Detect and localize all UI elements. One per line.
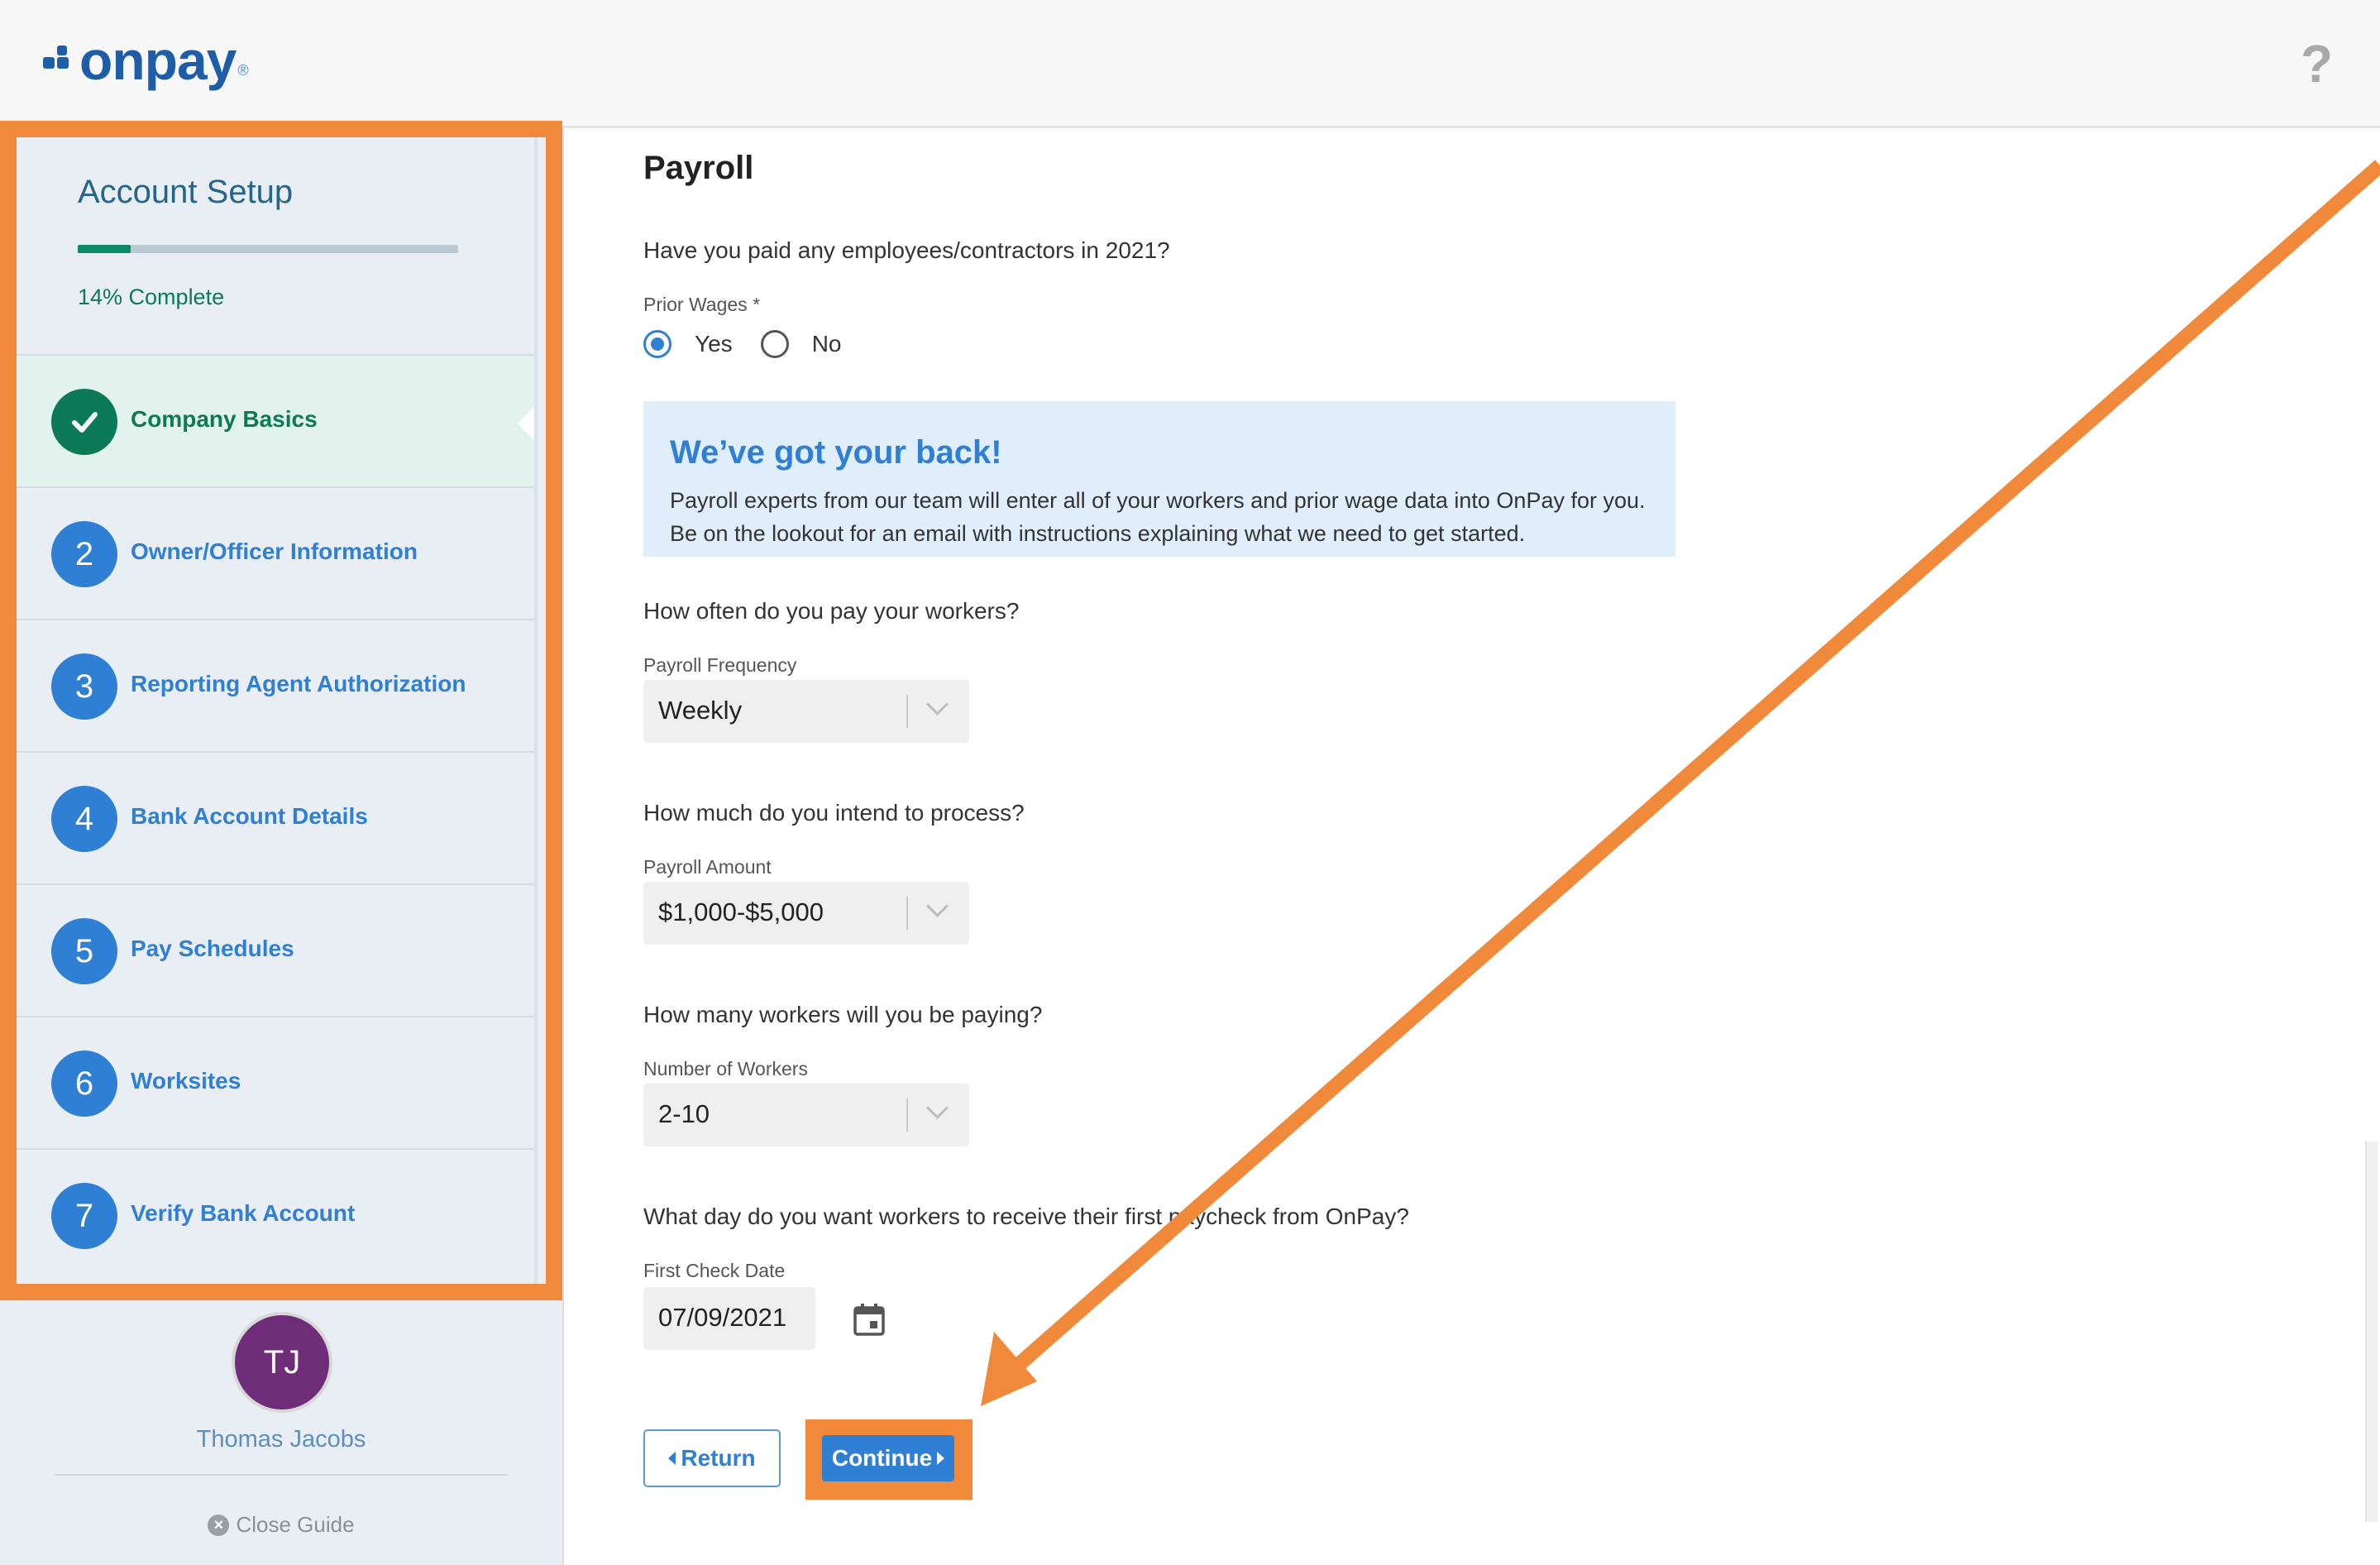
chevron-down-icon bbox=[926, 1097, 949, 1119]
payroll-amount-label: Payroll Amount bbox=[643, 856, 772, 878]
step-company-basics[interactable]: Company Basics bbox=[17, 354, 538, 486]
step-reporting-agent-authorization[interactable]: 3 Reporting Agent Authorization bbox=[17, 619, 538, 751]
step-number: 7 bbox=[51, 1183, 117, 1249]
step-label: Bank Account Details bbox=[131, 803, 368, 829]
help-icon[interactable]: ? bbox=[2301, 33, 2333, 94]
step-label: Owner/Officer Information bbox=[131, 538, 418, 564]
top-bar: onpay ® ? bbox=[0, 0, 2380, 128]
setup-steps: Company Basics 2 Owner/Officer Informati… bbox=[17, 354, 538, 1280]
workers-question: How many workers will you be paying? bbox=[643, 1002, 1043, 1027]
step-owner-officer-information[interactable]: 2 Owner/Officer Information bbox=[17, 486, 538, 619]
guide-scrollbar[interactable] bbox=[534, 137, 538, 1284]
avatar[interactable]: TJ bbox=[232, 1312, 332, 1413]
close-icon: × bbox=[208, 1514, 230, 1536]
onpay-logo[interactable]: onpay ® bbox=[43, 30, 249, 91]
step-number: 5 bbox=[51, 918, 117, 984]
chevron-down-icon bbox=[926, 693, 949, 715]
step-bank-account-details[interactable]: 4 Bank Account Details bbox=[17, 751, 538, 883]
progress-text: 14% Complete bbox=[78, 285, 225, 309]
payroll-frequency-select[interactable]: Weekly bbox=[643, 680, 969, 743]
logo-text: onpay bbox=[79, 30, 237, 91]
continue-button[interactable]: Continue bbox=[822, 1435, 954, 1481]
select-separator bbox=[906, 1098, 908, 1132]
close-guide-button[interactable]: × Close Guide bbox=[0, 1512, 562, 1538]
continue-label: Continue bbox=[831, 1445, 933, 1471]
payroll-frequency-value: Weekly bbox=[658, 696, 743, 725]
page-scrollbar[interactable] bbox=[2365, 1141, 2378, 1522]
return-label: Return bbox=[681, 1445, 756, 1471]
check-icon bbox=[51, 389, 117, 455]
step-number: 2 bbox=[51, 521, 117, 587]
payroll-amount-select[interactable]: $1,000-$5,000 bbox=[643, 882, 969, 945]
return-button[interactable]: Return bbox=[643, 1429, 781, 1487]
step-label: Pay Schedules bbox=[131, 936, 294, 961]
calendar-icon[interactable] bbox=[853, 1303, 885, 1336]
radio-no-label[interactable]: No bbox=[812, 331, 842, 357]
step-pay-schedules[interactable]: 5 Pay Schedules bbox=[17, 883, 538, 1016]
number-of-workers-label: Number of Workers bbox=[643, 1058, 808, 1079]
amount-question: How much do you intend to process? bbox=[643, 800, 1025, 826]
step-label: Worksites bbox=[131, 1068, 241, 1094]
first-check-date-label: First Check Date bbox=[643, 1260, 786, 1281]
divider bbox=[55, 1474, 508, 1476]
select-separator bbox=[906, 897, 908, 930]
info-title: We’ve got your back! bbox=[670, 434, 1002, 471]
step-number: 3 bbox=[51, 653, 117, 720]
frequency-question: How often do you pay your workers? bbox=[643, 598, 1020, 624]
chevron-left-icon bbox=[668, 1452, 676, 1465]
setup-guide: Account Setup 14% Complete Company Basic… bbox=[17, 137, 538, 1284]
step-number: 6 bbox=[51, 1051, 117, 1117]
guide-title: Account Setup bbox=[78, 174, 294, 210]
chevron-down-icon bbox=[926, 895, 949, 917]
progress-bar-fill bbox=[78, 245, 131, 253]
radio-yes-label[interactable]: Yes bbox=[695, 331, 733, 357]
radio-no[interactable] bbox=[760, 330, 789, 358]
payroll-amount-value: $1,000-$5,000 bbox=[658, 897, 824, 926]
step-worksites[interactable]: 6 Worksites bbox=[17, 1016, 538, 1148]
first-check-date-input[interactable]: 07/09/2021 bbox=[643, 1287, 815, 1350]
first-check-question: What day do you want workers to receive … bbox=[643, 1204, 1409, 1229]
logo-mark-icon bbox=[43, 45, 73, 75]
step-label: Reporting Agent Authorization bbox=[131, 671, 466, 696]
chevron-right-icon bbox=[937, 1452, 945, 1465]
logo-registered-mark: ® bbox=[237, 62, 249, 79]
select-separator bbox=[906, 695, 908, 728]
info-text: Payroll experts from our team will enter… bbox=[670, 488, 1646, 546]
page-title: Payroll bbox=[643, 150, 754, 186]
payroll-frequency-label: Payroll Frequency bbox=[643, 654, 797, 676]
step-label: Company Basics bbox=[131, 406, 318, 432]
progress-bar bbox=[78, 245, 458, 253]
step-label: Verify Bank Account bbox=[131, 1200, 356, 1226]
step-number: 4 bbox=[51, 786, 117, 852]
prior-wages-label: Prior Wages * bbox=[643, 294, 761, 315]
prior-wages-radio-group: Yes No bbox=[643, 330, 869, 358]
first-check-date-value: 07/09/2021 bbox=[658, 1303, 787, 1332]
close-guide-label: Close Guide bbox=[236, 1512, 355, 1537]
radio-yes[interactable] bbox=[643, 330, 671, 358]
info-callout: We’ve got your back! Payroll experts fro… bbox=[643, 401, 1675, 557]
step-verify-bank-account[interactable]: 7 Verify Bank Account bbox=[17, 1148, 538, 1280]
number-of-workers-value: 2-10 bbox=[658, 1099, 710, 1128]
prior-wages-question: Have you paid any employees/contractors … bbox=[643, 237, 1170, 263]
number-of-workers-select[interactable]: 2-10 bbox=[643, 1084, 969, 1146]
user-name[interactable]: Thomas Jacobs bbox=[0, 1426, 562, 1453]
